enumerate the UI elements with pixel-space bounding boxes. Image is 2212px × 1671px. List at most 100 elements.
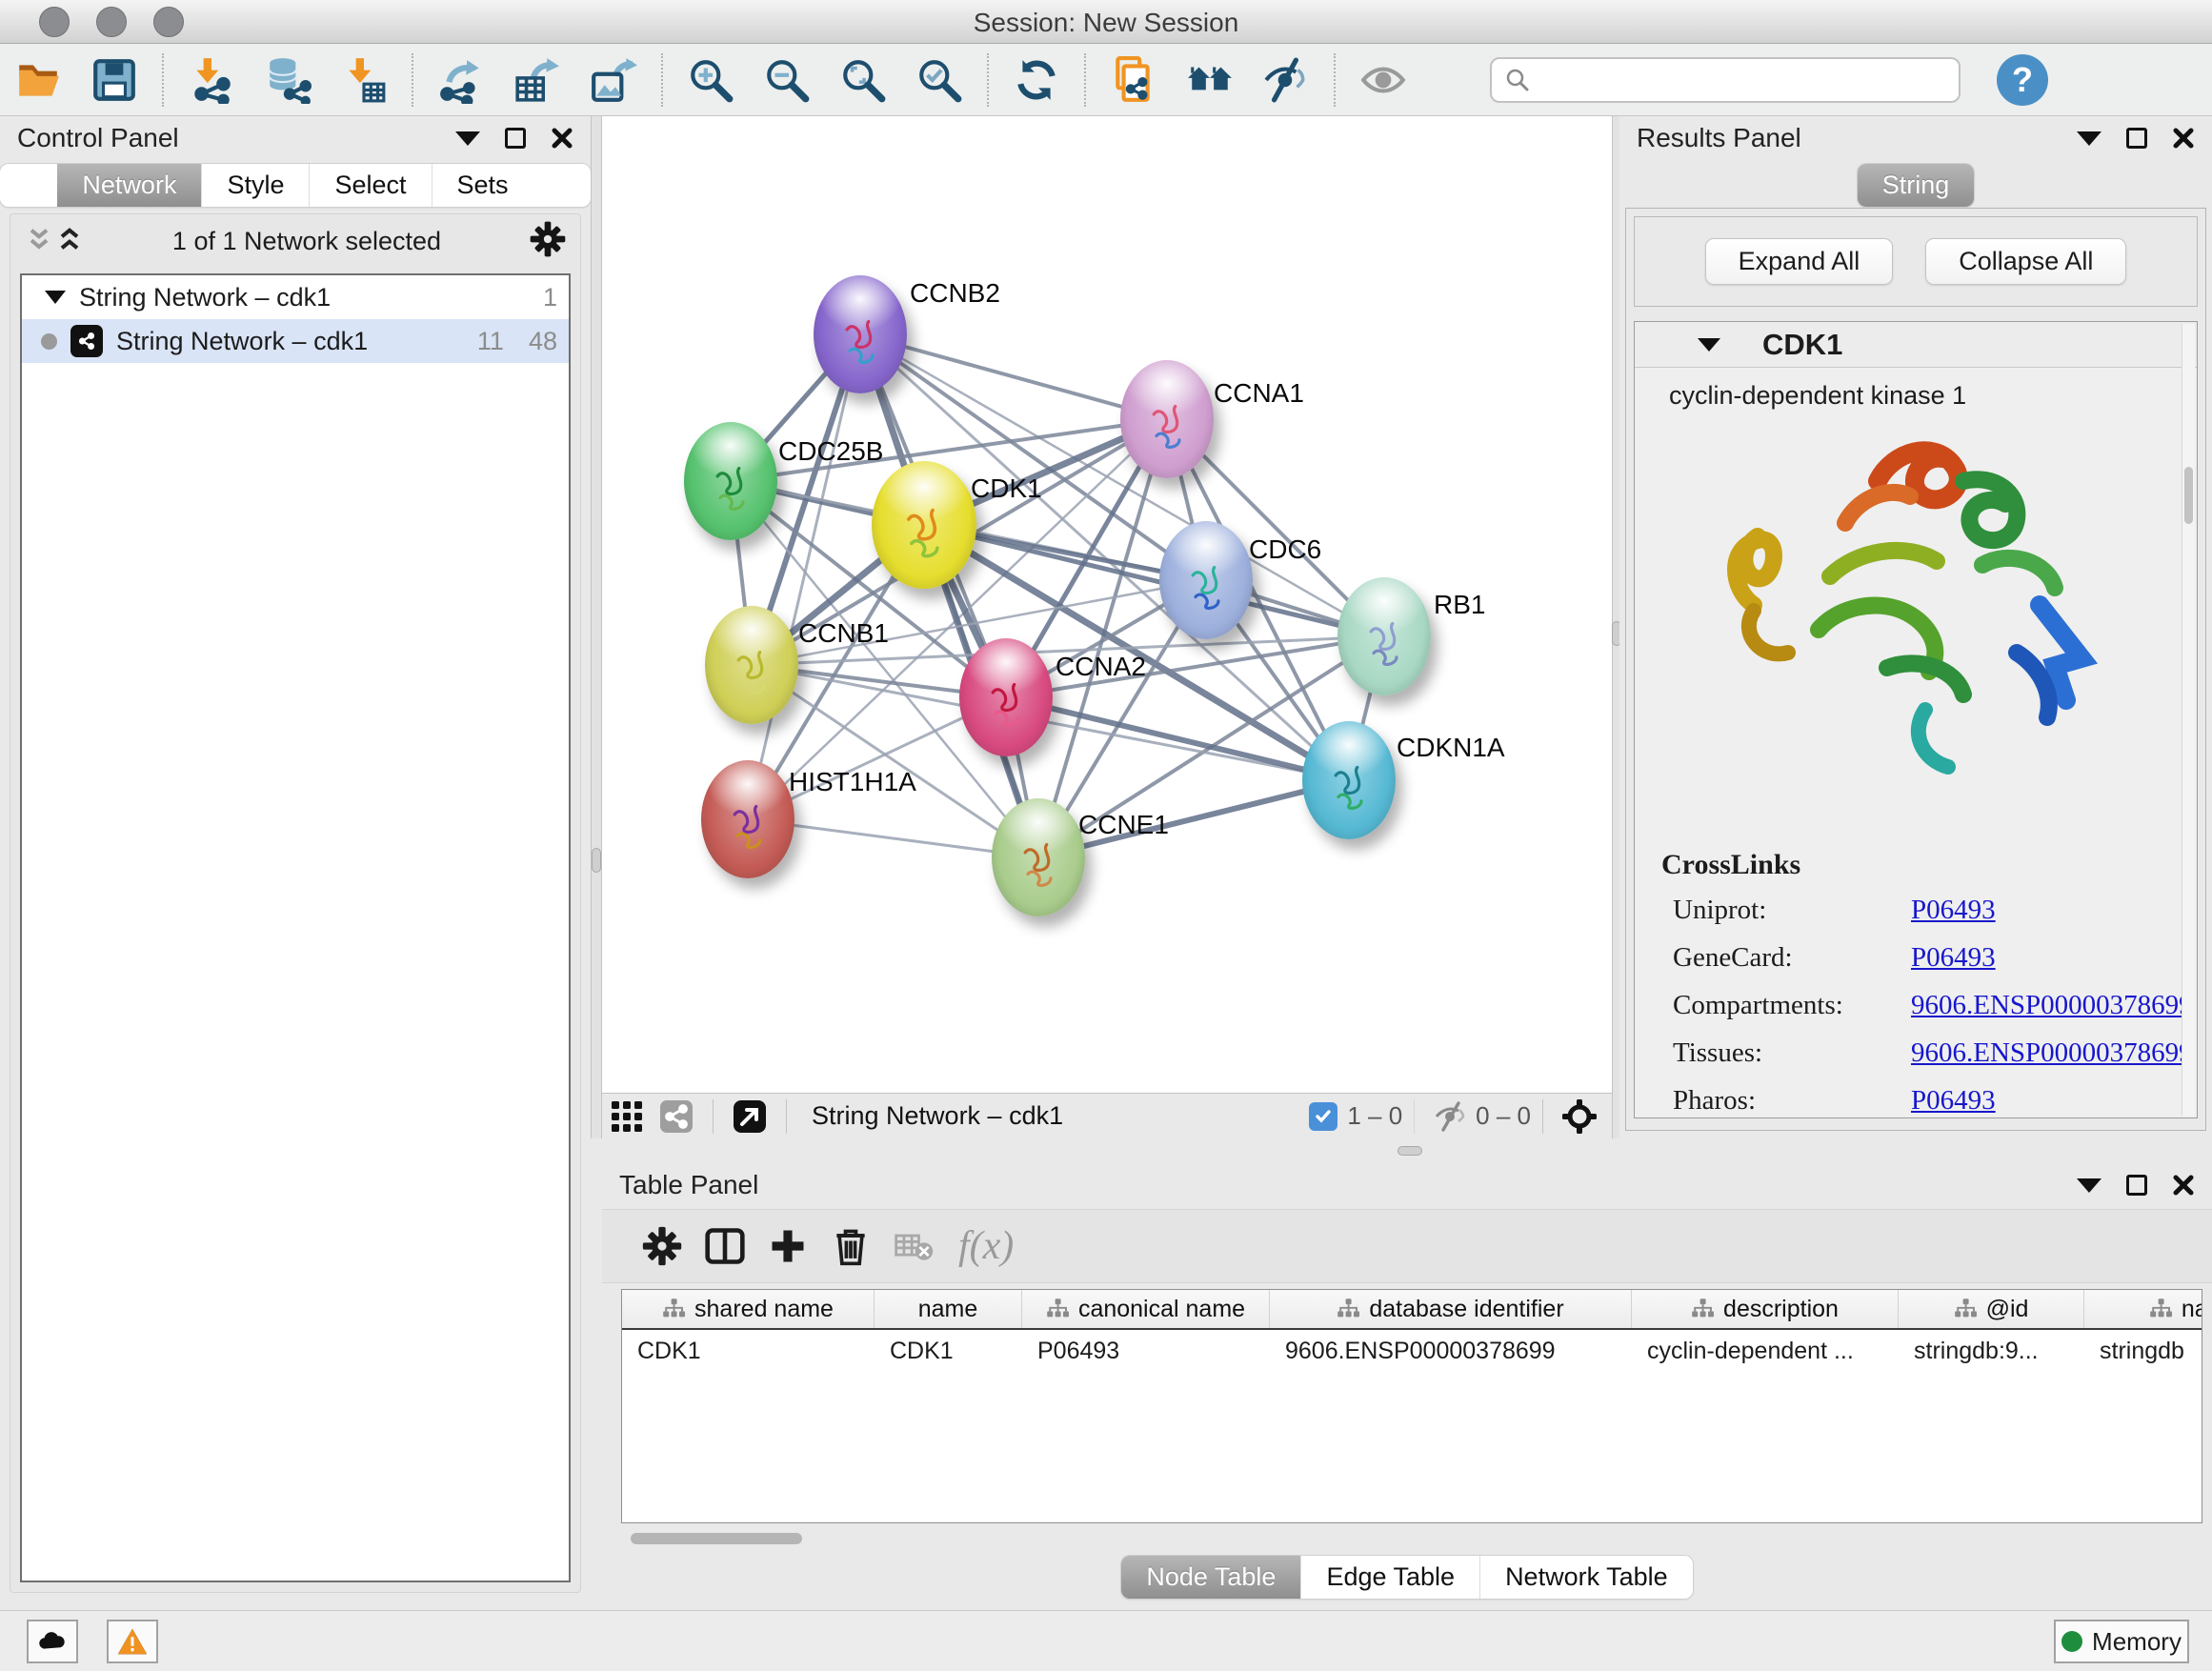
crosslink-link[interactable]: 9606.ENSP00000378699 xyxy=(1911,990,2193,1021)
tab-edge-table[interactable]: Edge Table xyxy=(1300,1556,1479,1599)
open-session-icon[interactable] xyxy=(10,52,66,108)
export-network-icon[interactable] xyxy=(433,52,489,108)
crosslink-link[interactable]: P06493 xyxy=(1911,895,1996,926)
hide-selected-icon[interactable] xyxy=(1258,52,1314,108)
column-header-database-identifier[interactable]: database identifier xyxy=(1270,1290,1632,1328)
tab-string[interactable]: String xyxy=(1858,164,1975,207)
crosslink-row: Tissues:9606.ENSP00000378699 xyxy=(1673,1037,2197,1069)
export-image-icon[interactable] xyxy=(586,52,641,108)
import-network-from-database-icon[interactable] xyxy=(260,52,315,108)
network-node-cdkn1a[interactable] xyxy=(1302,721,1396,839)
tab-node-table[interactable]: Node Table xyxy=(1121,1556,1300,1599)
column-header--id[interactable]: @id xyxy=(1899,1290,2084,1328)
network-node-ccne1[interactable] xyxy=(992,798,1085,916)
table-horizontal-scrollbar[interactable] xyxy=(621,1531,2202,1546)
crosslink-link[interactable]: P06493 xyxy=(1911,1085,1996,1117)
network-node-ccnb1[interactable] xyxy=(705,606,798,724)
float-panel-icon[interactable] xyxy=(2126,128,2147,149)
column-header-namespace[interactable]: namespace xyxy=(2084,1290,2202,1328)
table-cell[interactable]: cyclin-dependent ... xyxy=(1632,1330,1899,1372)
detach-view-icon[interactable] xyxy=(733,1099,767,1134)
close-panel-icon[interactable] xyxy=(551,127,573,150)
collapse-all-button[interactable]: Collapse All xyxy=(1925,238,2126,285)
network-node-ccna1[interactable] xyxy=(1120,360,1214,478)
refresh-layout-icon[interactable] xyxy=(1009,52,1064,108)
network-node-cdc6[interactable] xyxy=(1159,521,1253,639)
tab-network[interactable]: Network xyxy=(57,164,201,207)
add-column-icon[interactable] xyxy=(756,1219,819,1273)
save-session-icon[interactable] xyxy=(87,52,142,108)
float-panel-icon[interactable] xyxy=(2126,1175,2147,1196)
node-table[interactable]: shared namenamecanonical namedatabase id… xyxy=(621,1289,2202,1523)
tab-sets[interactable]: Sets xyxy=(432,164,533,207)
memory-button[interactable]: Memory xyxy=(2054,1620,2189,1663)
table-cell[interactable]: P06493 xyxy=(1022,1330,1270,1372)
selected-checkbox-icon[interactable] xyxy=(1309,1102,1337,1131)
column-header-description[interactable]: description xyxy=(1632,1290,1899,1328)
import-network-from-file-icon[interactable] xyxy=(184,52,239,108)
expand-all-button[interactable]: Expand All xyxy=(1705,238,1894,285)
network-node-rb1[interactable] xyxy=(1337,577,1431,695)
network-node-ccnb2[interactable] xyxy=(814,275,907,393)
warnings-button[interactable] xyxy=(107,1620,158,1663)
node-details-header[interactable]: CDK1 xyxy=(1635,322,2197,368)
table-cell[interactable]: CDK1 xyxy=(622,1330,875,1372)
column-header-name[interactable]: name xyxy=(875,1290,1022,1328)
zoom-selected-icon[interactable] xyxy=(912,52,967,108)
network-options-gear-icon[interactable] xyxy=(529,220,567,263)
float-panel-icon[interactable] xyxy=(505,128,526,149)
help-button[interactable]: ? xyxy=(1997,54,2048,106)
collapse-all-networks-icon[interactable] xyxy=(54,224,85,259)
grid-view-icon[interactable] xyxy=(610,1099,644,1134)
crosslink-link[interactable]: 9606.ENSP00000378699 xyxy=(1911,1037,2193,1069)
column-header-canonical-name[interactable]: canonical name xyxy=(1022,1290,1270,1328)
network-row[interactable]: String Network – cdk1 11 48 xyxy=(22,319,569,363)
table-options-gear-icon[interactable] xyxy=(631,1219,694,1273)
table-cell[interactable]: stringdb:9... xyxy=(1899,1330,2084,1372)
delete-column-icon[interactable] xyxy=(819,1219,882,1273)
birdseye-view-icon[interactable] xyxy=(1562,1099,1597,1134)
horizontal-splitter[interactable] xyxy=(602,1138,2212,1163)
network-edge[interactable] xyxy=(748,334,860,819)
first-neighbors-icon[interactable] xyxy=(1182,52,1237,108)
tab-select[interactable]: Select xyxy=(309,164,431,207)
network-view[interactable]: CCNB2CCNA1CDC25BCDK1CDC6RB1CCNB1CCNA2CDK… xyxy=(602,116,1612,1093)
zoom-out-icon[interactable] xyxy=(759,52,814,108)
tab-network-table[interactable]: Network Table xyxy=(1479,1556,1693,1599)
network-node-hist1h1a[interactable] xyxy=(701,760,794,878)
table-cell[interactable]: 9606.ENSP00000378699 xyxy=(1270,1330,1632,1372)
show-columns-icon[interactable] xyxy=(694,1219,756,1273)
table-cell[interactable]: CDK1 xyxy=(875,1330,1022,1372)
expand-all-networks-icon[interactable] xyxy=(24,224,54,259)
collapse-panel-icon[interactable] xyxy=(2077,1178,2101,1193)
export-table-icon[interactable] xyxy=(510,52,565,108)
collapse-panel-icon[interactable] xyxy=(455,131,480,146)
table-cell[interactable]: stringdb xyxy=(2084,1330,2202,1372)
zoom-in-icon[interactable] xyxy=(683,52,738,108)
crosslink-row: GeneCard:P06493 xyxy=(1673,942,2197,974)
results-scrollbar[interactable] xyxy=(2182,324,2195,1116)
show-all-icon[interactable] xyxy=(1356,52,1411,108)
left-splitter[interactable] xyxy=(591,116,602,1138)
close-panel-icon[interactable] xyxy=(2172,1174,2195,1197)
zoom-fit-icon[interactable] xyxy=(835,52,891,108)
network-collection-row[interactable]: String Network – cdk1 1 xyxy=(22,275,569,319)
network-node-cdk1[interactable] xyxy=(872,461,976,589)
section-expand-icon[interactable] xyxy=(1698,338,1720,352)
tab-style[interactable]: Style xyxy=(201,164,309,207)
collection-expand-icon[interactable] xyxy=(45,291,66,304)
crosslink-link[interactable]: P06493 xyxy=(1911,942,1996,974)
column-header-shared-name[interactable]: shared name xyxy=(622,1290,875,1328)
node-label-cdk1: CDK1 xyxy=(971,473,1042,504)
network-view-icon[interactable] xyxy=(659,1099,694,1134)
new-network-from-selection-icon[interactable] xyxy=(1106,52,1161,108)
network-node-cdc25b[interactable] xyxy=(684,422,777,540)
network-node-ccna2[interactable] xyxy=(959,638,1053,756)
memory-label: Memory xyxy=(2092,1627,2182,1657)
search-input[interactable] xyxy=(1490,57,1961,103)
table-row[interactable]: CDK1CDK1P064939606.ENSP00000378699cyclin… xyxy=(622,1330,2202,1372)
cloud-services-button[interactable] xyxy=(27,1620,78,1663)
import-table-from-file-icon[interactable] xyxy=(336,52,392,108)
collapse-panel-icon[interactable] xyxy=(2077,131,2101,146)
close-panel-icon[interactable] xyxy=(2172,127,2195,150)
